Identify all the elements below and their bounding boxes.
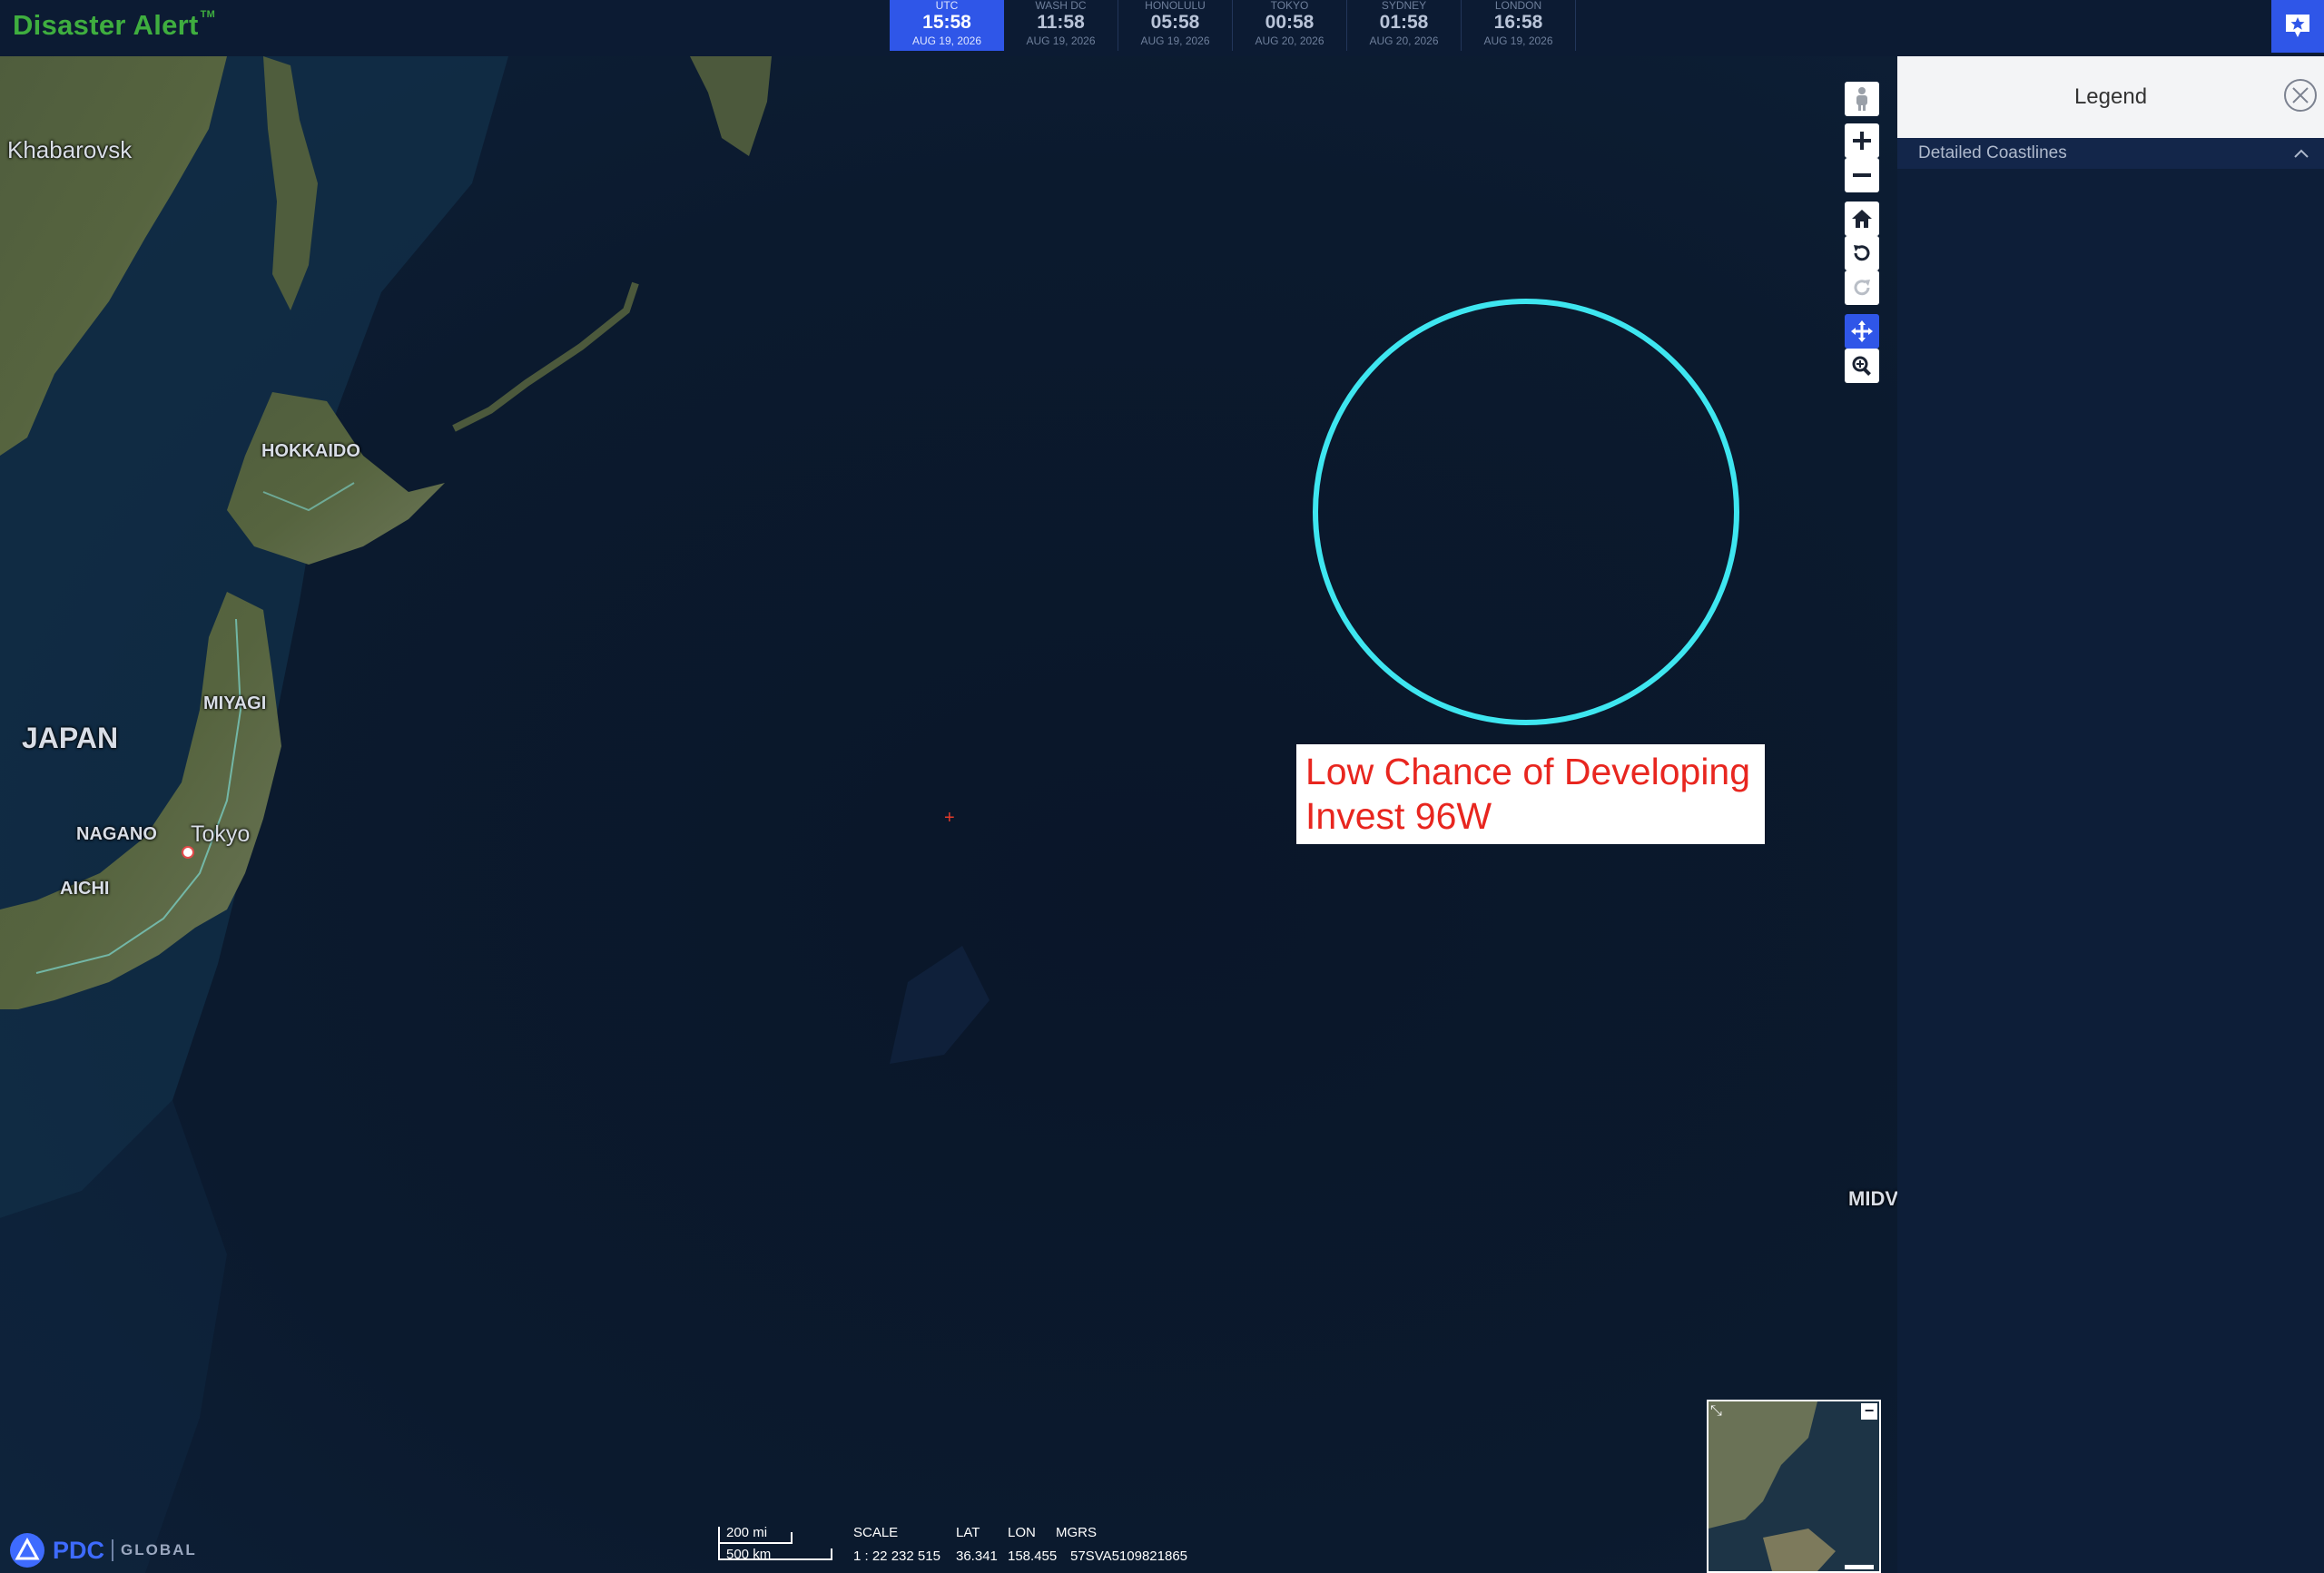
clock-date: AUG 19, 2026 [1026,34,1096,47]
home-icon [1852,210,1872,228]
pan-icon [1851,320,1873,342]
world-clocks: UTC 15:58 AUG 19, 2026 WASH DC 11:58 AUG… [890,0,1576,51]
clock-date: AUG 19, 2026 [911,34,982,47]
scale-label: SCALE [853,1525,899,1540]
place-aichi: AICHI [60,879,110,899]
clock-sydney[interactable]: SYDNEY 01:58 AUG 20, 2026 [1347,0,1462,51]
clock-date: AUG 20, 2026 [1369,34,1439,47]
pdc-logo[interactable]: PDC GLOBAL [9,1532,197,1568]
legend-item-detailed-coastlines[interactable]: Detailed Coastlines [1897,138,2324,169]
legend-item-label: Detailed Coastlines [1918,143,2067,162]
pegman-icon [1856,87,1867,111]
clock-utc[interactable]: UTC 15:58 AUG 19, 2026 [890,0,1004,51]
place-nagano: NAGANO [76,824,157,844]
map-controls [1845,82,1881,383]
trademark: TM [200,9,216,20]
clock-zone: SYDNEY [1381,0,1427,12]
map-view[interactable]: Khabarovsk HOKKAIDO JAPAN MIYAGI NAGANO … [0,56,1897,1573]
storm-label-line1: Low Chance of Developing [1305,751,1751,792]
home-button[interactable] [1845,202,1879,236]
legend-close-button[interactable] [2282,77,2319,113]
clock-wash-dc[interactable]: WASH DC 11:58 AUG 19, 2026 [1004,0,1118,51]
mgrs-value: 57SVA5109821865 [1070,1548,1188,1564]
clock-date: AUG 19, 2026 [1483,34,1553,47]
place-midway: MIDV [1848,1187,1897,1210]
lat-label: LAT [956,1525,980,1540]
app-logo[interactable]: Disaster Alert TM [13,9,215,42]
clock-zone: HONOLULU [1145,0,1206,12]
legend-title: Legend [2073,84,2148,109]
clock-london[interactable]: LONDON 16:58 AUG 19, 2026 [1462,0,1576,51]
pdc-global: GLOBAL [121,1541,197,1558]
clock-zone: WASH DC [1035,0,1087,12]
clock-time: 00:58 [1265,12,1315,33]
clock-time: 15:58 [922,12,971,33]
divider [112,1539,114,1561]
coordinate-readout: SCALE LAT LON MGRS 1 : 22 232 515 36.341… [853,1525,1187,1564]
center-crosshair-icon: + [944,808,955,828]
rotate-right-icon [1854,280,1870,296]
clock-honolulu[interactable]: HONOLULU 05:58 AUG 19, 2026 [1118,0,1233,51]
lat-value: 36.341 [956,1548,998,1564]
minimap-image [1709,1401,1879,1571]
clock-time: 05:58 [1150,12,1200,33]
alert-star-button[interactable] [2271,0,2324,53]
rotate-right-button[interactable] [1845,270,1879,305]
lon-value: 158.455 [1008,1548,1058,1564]
close-icon [2284,79,2317,112]
minimap-collapse-button[interactable]: − [1861,1402,1877,1420]
rotate-left-button[interactable] [1845,236,1879,270]
clock-time: 16:58 [1493,12,1543,33]
zoom-box-icon [1852,356,1871,376]
legend-panel: Legend Detailed Coastlines [1897,56,2324,1573]
top-bar: Disaster Alert TM UTC 15:58 AUG 19, 2026 … [0,0,2324,57]
place-hokkaido: HOKKAIDO [261,441,360,461]
storm-label-line2: Invest 96W [1305,795,1492,837]
clock-time: 01:58 [1379,12,1429,33]
pdc-brand: PDC [53,1536,105,1564]
place-khabarovsk: Khabarovsk [7,136,133,163]
clock-tokyo[interactable]: TOKYO 00:58 AUG 20, 2026 [1233,0,1347,51]
zoom-box-button[interactable] [1845,349,1879,383]
clock-time: 11:58 [1037,12,1085,33]
minimap-expand-icon[interactable]: ⤡ [1710,1403,1727,1420]
app-title: Disaster Alert [13,9,199,41]
pan-button[interactable] [1845,314,1879,349]
street-view-button[interactable] [1845,82,1879,116]
storm-ring [1313,299,1739,725]
clock-zone: UTC [935,0,959,12]
chevron-up-icon[interactable] [2293,148,2309,159]
place-japan: JAPAN [22,722,119,754]
clock-zone: TOKYO [1270,0,1309,12]
tokyo-marker-icon [182,846,194,859]
pdc-triangle-icon [10,1533,44,1568]
clock-date: AUG 19, 2026 [1140,34,1210,47]
rotate-left-icon [1854,245,1870,261]
zoom-in-icon [1853,132,1871,150]
scale-value: 1 : 22 232 515 [853,1548,940,1564]
place-miyagi: MIYAGI [203,693,267,713]
scale-bar: 200 mi 500 km [717,1523,835,1563]
scale-km: 500 km [726,1547,772,1562]
zoom-out-button[interactable] [1845,158,1879,192]
legend-header: Legend [1897,56,2324,138]
clock-zone: LONDON [1494,0,1542,12]
place-tokyo: Tokyo [191,821,251,847]
storm-label[interactable]: Low Chance of Developing Invest 96W [1296,744,1765,844]
zoom-in-button[interactable] [1845,123,1879,158]
scale-mi: 200 mi [726,1525,768,1540]
zoom-out-icon [1853,173,1871,177]
lon-label: LON [1008,1525,1036,1540]
mgrs-label: MGRS [1056,1525,1097,1540]
overview-minimap[interactable]: ⤡ − [1707,1400,1881,1573]
clock-date: AUG 20, 2026 [1255,34,1324,47]
star-badge-icon [2286,15,2309,37]
